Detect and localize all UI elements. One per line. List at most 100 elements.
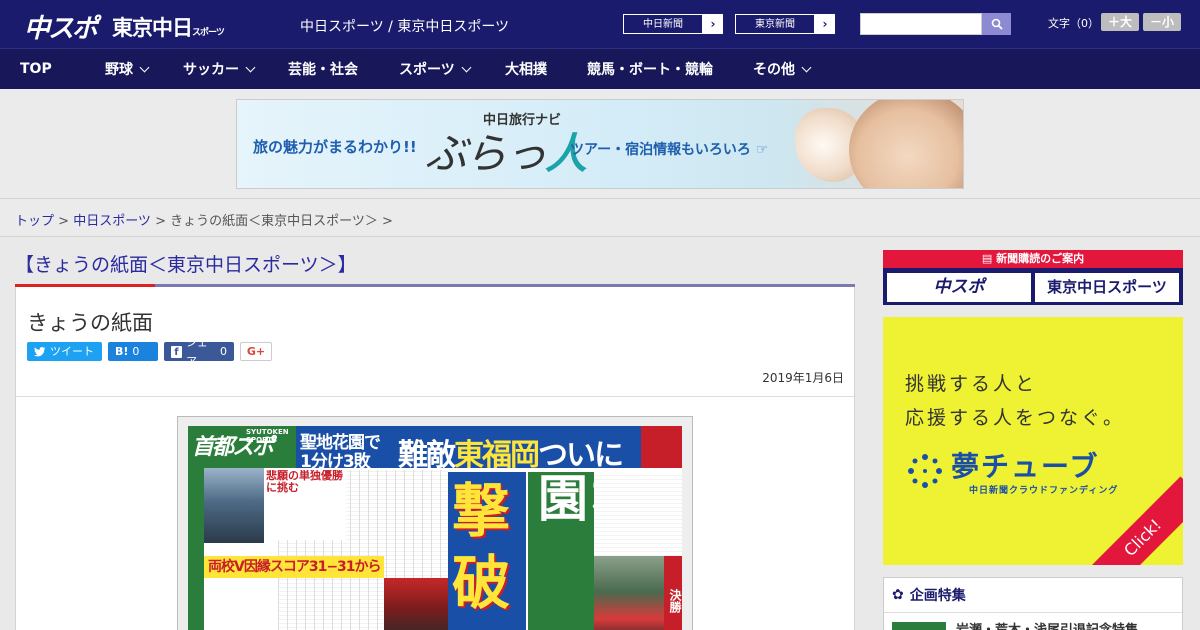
paper-head-big-end: ついに	[538, 438, 624, 473]
breadcrumb-current: きょうの紙面＜東京中日スポーツ＞	[170, 214, 378, 229]
yume-tube-ad[interactable]: 挑戦する人と 応援する人をつなぐ。 夢チューブ 中日新聞クラウドファンディング …	[883, 317, 1183, 565]
subscribe-label: ▤ 新聞購読のご案内	[883, 250, 1183, 268]
paper-rugby-photo-2	[594, 556, 664, 630]
ad-sub: ツアー・宿泊情報もいろいろ ☞	[570, 139, 768, 159]
nav-item-keiba[interactable]: 競馬・ボート・競輪	[587, 59, 753, 79]
paper-text-right	[594, 472, 682, 556]
hatena-icon: B!	[115, 345, 129, 358]
chunichi-shimbun-label: 中日新聞	[623, 14, 703, 34]
nav-label: その他	[753, 62, 795, 78]
nav-label: 大相撲	[505, 62, 547, 78]
breadcrumb-sep: >	[54, 214, 74, 229]
paper-head-big: 難敵東福岡ついに	[398, 430, 624, 474]
site-title[interactable]: 中日スポーツ / 東京中日スポーツ	[300, 16, 509, 36]
subscribe-box: ▤ 新聞購読のご案内 中スポ 東京中日スポーツ	[883, 250, 1183, 305]
chuspo-logo[interactable]: 中スポ	[24, 8, 98, 45]
chevron-right-icon: ›	[710, 17, 716, 31]
paper-ha: 破	[452, 549, 511, 617]
nav-label: 芸能・社会	[288, 62, 358, 78]
search-icon	[991, 18, 1003, 30]
page: 中スポ 東京中日スポーツ 中日スポーツ / 東京中日スポーツ 中日新聞 › 東京…	[0, 0, 1200, 630]
hatena-bookmark-button[interactable]: B! 0	[108, 342, 158, 361]
breadcrumb-chunichi-sports[interactable]: 中日スポーツ	[73, 214, 151, 229]
facebook-share-button[interactable]: f シェア 0	[164, 336, 234, 368]
newspaper-icon: ▤	[981, 252, 993, 265]
sidebar: ▤ 新聞購読のご案内 中スポ 東京中日スポーツ 挑戦する人と 応援する人をつなぐ…	[883, 250, 1183, 630]
google-plus-icon: G+	[246, 345, 266, 358]
hatena-count: 0	[132, 345, 140, 358]
ad-brand-text: ぶらっ	[425, 129, 547, 178]
paper-head-line2: 1分け3敗	[300, 452, 371, 472]
google-plus-button[interactable]: G+	[240, 342, 272, 361]
special-feature-title: 企画特集	[909, 588, 966, 604]
paper-geki-ha: 撃 破	[448, 472, 526, 630]
yume-sub: 中日新聞クラウドファンディング	[969, 486, 1119, 496]
chunichi-shimbun-link[interactable]: 中日新聞 ›	[622, 13, 724, 35]
breadcrumb-sep: >	[377, 214, 393, 229]
paper-headline: 聖地花園で 1分け3敗 難敵東福岡ついに	[296, 426, 641, 473]
twitter-bird-icon	[34, 346, 46, 356]
nav-label: TOP	[20, 61, 52, 77]
special-feature-box: ✿ 企画特集 岩瀬・荒木・浅尾引退記念特集	[883, 577, 1183, 630]
yume-logo: 夢チューブ	[951, 450, 1100, 483]
special-feature-item-label: 岩瀬・荒木・浅尾引退記念特集	[956, 619, 1138, 630]
ad-sub-text: ツアー・宿泊情報もいろいろ	[570, 142, 751, 158]
nav-label: サッカー	[183, 62, 239, 78]
paper-stands-photo	[384, 578, 448, 630]
site-header: 中スポ 東京中日スポーツ 中日スポーツ / 東京中日スポーツ 中日新聞 › 東京…	[0, 0, 1200, 48]
nav-item-top[interactable]: TOP	[20, 61, 105, 77]
nav-label: スポーツ	[399, 62, 455, 78]
font-size-label: 文字（0）	[1048, 17, 1099, 30]
paper-yellow-band: 両校V因縁スコア31−31から	[204, 556, 384, 578]
tweet-label: ツイート	[50, 345, 94, 358]
paper-geki: 撃	[452, 477, 511, 545]
subscribe-chuspo-button[interactable]: 中スポ	[887, 273, 1031, 302]
nav-label: 競馬・ボート・競輪	[587, 62, 713, 78]
paper-caption-bold: 悲願の単独優勝に挑む	[266, 470, 343, 494]
paper-final-label: 決勝	[664, 556, 682, 630]
tokyo-logo-main: 東京中日	[112, 16, 193, 40]
nav-item-baseball[interactable]: 野球	[105, 59, 183, 79]
nav-label: 野球	[105, 62, 133, 78]
ad-brand: ぶらっ人	[425, 120, 587, 181]
travel-ad-banner[interactable]: 旅の魅力がまるわかり!! 中日旅行ナビ ぶらっ人 ツアー・宿泊情報もいろいろ ☞	[236, 99, 964, 189]
special-feature-item[interactable]: 岩瀬・荒木・浅尾引退記念特集	[884, 613, 1182, 630]
chevron-down-icon	[139, 62, 150, 72]
paper-logo-sub: SYUTOKEN SPORTS	[246, 428, 289, 444]
facebook-count: 0	[220, 345, 227, 358]
main-content: 【きょうの紙面＜東京中日スポーツ＞】 きょうの紙面 ツイート B! 0 f シェ…	[15, 239, 855, 630]
paper-head-big-a: 難敵	[398, 438, 456, 473]
nav-item-other[interactable]: その他	[753, 59, 843, 79]
subscribe-tokyo-button[interactable]: 東京中日スポーツ	[1035, 273, 1179, 302]
subscribe-label-text: 新聞購読のご案内	[996, 252, 1085, 265]
tokyo-chunichi-logo[interactable]: 東京中日スポーツ	[112, 12, 225, 42]
tokyo-shimbun-link[interactable]: 東京新聞 ›	[734, 13, 836, 35]
nav-item-sumo[interactable]: 大相撲	[505, 59, 587, 79]
search-input[interactable]	[860, 13, 982, 35]
chevron-down-icon	[461, 62, 472, 72]
nav-item-sports[interactable]: スポーツ	[399, 59, 505, 79]
nav-item-entertainment[interactable]: 芸能・社会	[288, 59, 399, 79]
facebook-share-label: シェア	[185, 335, 208, 368]
paper-side-bar	[188, 468, 204, 630]
chevron-down-icon	[801, 62, 812, 72]
paper-caption: 悲願の単独優勝に挑む	[266, 470, 346, 540]
breadcrumb-top[interactable]: トップ	[15, 214, 54, 229]
breadcrumb: トップ > 中日スポーツ > きょうの紙面＜東京中日スポーツ＞ >	[0, 199, 1200, 237]
tweet-button[interactable]: ツイート	[27, 342, 102, 361]
ad-catch: 旅の魅力がまるわかり!!	[253, 138, 417, 156]
newspaper-image[interactable]: 首都スポ SYUTOKEN SPORTS 聖地花園で 1分け3敗 難敵東福岡ついに…	[177, 416, 693, 630]
article-date: 2019年1月6日	[762, 371, 844, 385]
article: きょうの紙面 ツイート B! 0 f シェア 0 G+ 2019年1月6日 首都…	[15, 287, 855, 630]
paper-logo: 首都スポ SYUTOKEN SPORTS	[188, 426, 296, 468]
breadcrumb-sep: >	[150, 214, 171, 229]
nav-item-soccer[interactable]: サッカー	[183, 59, 288, 79]
search-button[interactable]	[982, 13, 1011, 35]
special-feature-thumb	[892, 621, 946, 630]
font-size-small-button[interactable]: －小	[1143, 13, 1181, 31]
paper-toin: 桐蔭学園	[528, 472, 642, 630]
social-share-bar: ツイート B! 0 f シェア 0 G+	[27, 336, 272, 368]
font-size-large-button[interactable]: ＋大	[1101, 13, 1139, 31]
chevron-right-icon: ›	[822, 17, 828, 31]
tokyo-shimbun-label: 東京新聞	[735, 14, 815, 34]
